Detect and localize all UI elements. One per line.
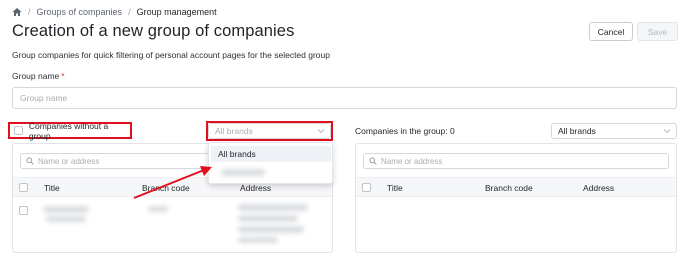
- left-search-placeholder: Name or address: [38, 156, 100, 166]
- cancel-button[interactable]: Cancel: [589, 22, 633, 41]
- group-companies-panel: Name or address Title Branch code Addres…: [355, 143, 677, 253]
- blurred-address: [238, 237, 278, 243]
- group-name-input[interactable]: [12, 87, 677, 109]
- blurred-branch-code: [148, 206, 168, 212]
- blurred-address: [238, 215, 298, 222]
- column-title[interactable]: Title: [387, 183, 403, 193]
- breadcrumb-groups-link[interactable]: Groups of companies: [37, 7, 123, 17]
- column-title[interactable]: Title: [44, 183, 60, 193]
- table-row[interactable]: [13, 199, 332, 249]
- right-brand-select[interactable]: All brands: [551, 123, 677, 139]
- breadcrumb-current: Group management: [136, 7, 217, 17]
- select-all-checkbox[interactable]: [362, 183, 371, 192]
- page-subtitle: Group companies for quick filtering of p…: [12, 50, 330, 60]
- breadcrumb-separator: /: [128, 7, 131, 17]
- column-address[interactable]: Address: [583, 183, 614, 193]
- search-icon: [26, 157, 34, 165]
- save-button[interactable]: Save: [637, 22, 678, 41]
- table-header: Title Branch code Address: [356, 177, 676, 197]
- right-brand-select-value: All brands: [558, 126, 596, 136]
- companies-without-group-label: Companies without a group: [28, 120, 109, 141]
- companies-without-group-toggle[interactable]: Companies without a group: [8, 120, 132, 141]
- select-all-checkbox[interactable]: [19, 183, 28, 192]
- required-mark: *: [61, 71, 65, 81]
- row-checkbox[interactable]: [19, 206, 28, 215]
- column-branch-code[interactable]: Branch code: [485, 183, 533, 193]
- blurred-address: [238, 226, 304, 233]
- right-search-input[interactable]: Name or address: [363, 153, 669, 169]
- companies-in-group-heading: Companies in the group: 0: [355, 126, 455, 136]
- home-icon[interactable]: [12, 7, 22, 17]
- highlight-frame: [206, 121, 333, 141]
- companies-without-group-checkbox[interactable]: [14, 126, 23, 135]
- group-name-label: Group name *: [12, 71, 65, 81]
- right-search-placeholder: Name or address: [381, 156, 443, 166]
- blurred-title: [43, 206, 89, 213]
- blurred-address: [238, 204, 308, 211]
- group-name-label-text: Group name: [12, 71, 60, 81]
- dropdown-option-all-brands[interactable]: All brands: [211, 146, 331, 162]
- blurred-dropdown-option[interactable]: [221, 169, 265, 176]
- search-icon: [369, 157, 377, 165]
- breadcrumb-separator: /: [28, 7, 31, 17]
- annotation-arrow: [133, 166, 212, 199]
- breadcrumb: / Groups of companies / Group management: [12, 6, 217, 18]
- blurred-title: [46, 216, 86, 222]
- chevron-down-icon: [663, 129, 671, 134]
- column-address[interactable]: Address: [240, 183, 271, 193]
- page-title: Creation of a new group of companies: [12, 22, 295, 40]
- brand-dropdown-menu: All brands: [208, 142, 333, 184]
